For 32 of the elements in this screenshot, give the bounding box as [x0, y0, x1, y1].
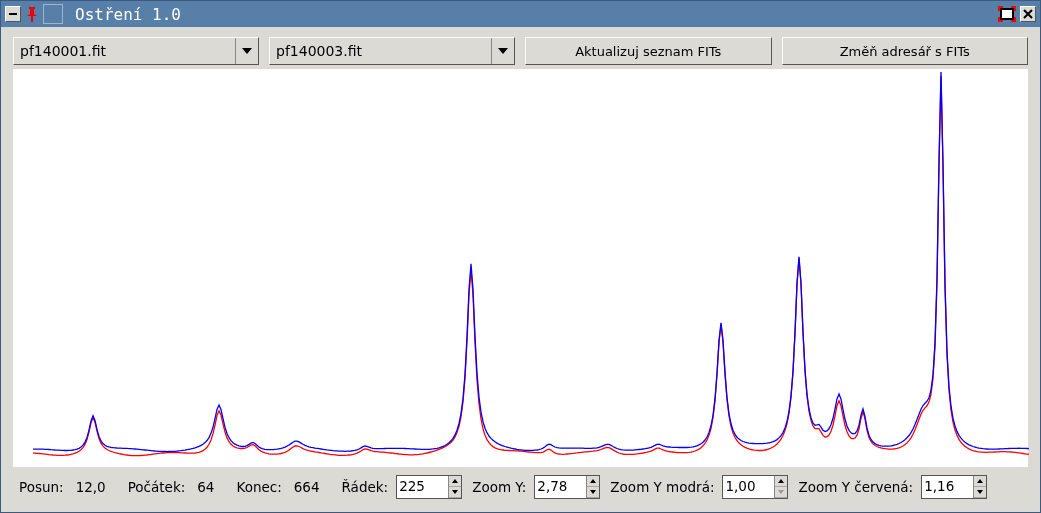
spinbox-field[interactable]: 225	[396, 475, 463, 499]
readout-label: Konec:	[236, 479, 282, 495]
spinbox-field[interactable]: 1,16	[921, 475, 988, 499]
up-arrow-icon[interactable]	[452, 479, 459, 483]
spinbox-label: Řádek:	[341, 479, 389, 495]
minimize-button[interactable]	[5, 6, 21, 22]
up-arrow-icon[interactable]	[778, 479, 785, 483]
spinbox-label: Zoom Y červená:	[798, 479, 914, 495]
close-button[interactable]	[1020, 6, 1036, 22]
readout-label: Posun:	[19, 479, 64, 495]
dropdown-arrow-icon	[242, 48, 252, 54]
readout-value: 64	[197, 479, 215, 495]
up-arrow-icon[interactable]	[977, 479, 984, 483]
down-arrow-icon[interactable]	[452, 490, 459, 494]
file-dropdown[interactable]: pf140003.fit	[269, 37, 515, 65]
readout-label: Počátek:	[127, 479, 186, 495]
readout-value: 664	[293, 479, 320, 495]
minimize-icon	[9, 13, 17, 15]
down-arrow-icon[interactable]	[977, 490, 984, 494]
maximize-icon[interactable]	[998, 6, 1016, 22]
spinbox-label: Zoom Y modrá:	[610, 479, 715, 495]
up-arrow-icon[interactable]	[590, 479, 597, 483]
spinbox-field[interactable]: 2,78	[534, 475, 601, 499]
dropdown-arrow-icon	[498, 48, 508, 54]
action-button[interactable]: Aktualizuj seznam FITs	[525, 37, 772, 65]
action-button[interactable]: Změň adresář s FITs	[781, 37, 1028, 65]
down-arrow-icon[interactable]	[590, 490, 597, 494]
file-dropdown[interactable]: pf140001.fit	[13, 37, 259, 65]
spinbox-field[interactable]: 1,00	[722, 475, 789, 499]
window-title: Ostření 1.0	[75, 4, 182, 24]
spinbox-label: Zoom Y:	[472, 479, 527, 495]
readout-value: 12,0	[75, 479, 106, 495]
